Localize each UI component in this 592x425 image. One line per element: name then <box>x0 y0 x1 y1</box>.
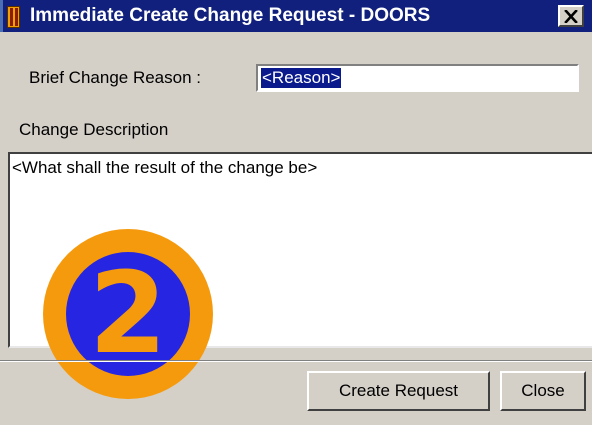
description-label: Change Description <box>19 120 169 139</box>
title-bar[interactable]: Immediate Create Change Request - DOORS <box>0 0 592 32</box>
reason-input[interactable]: <Reason> <box>256 64 579 92</box>
close-icon <box>564 9 578 23</box>
create-request-button[interactable]: Create Request <box>307 371 490 411</box>
title-bar-edge <box>0 0 3 32</box>
reason-selected-text: <Reason> <box>261 68 342 88</box>
close-button[interactable]: Close <box>500 371 586 411</box>
window-title: Immediate Create Change Request - DOORS <box>30 5 431 26</box>
step-number: 2 <box>66 252 190 376</box>
reason-label: Brief Change Reason : <box>29 68 201 87</box>
step-number-badge: 2 <box>43 229 213 399</box>
separator <box>0 360 592 362</box>
doors-app-icon <box>7 6 20 28</box>
close-window-button[interactable] <box>558 5 584 27</box>
